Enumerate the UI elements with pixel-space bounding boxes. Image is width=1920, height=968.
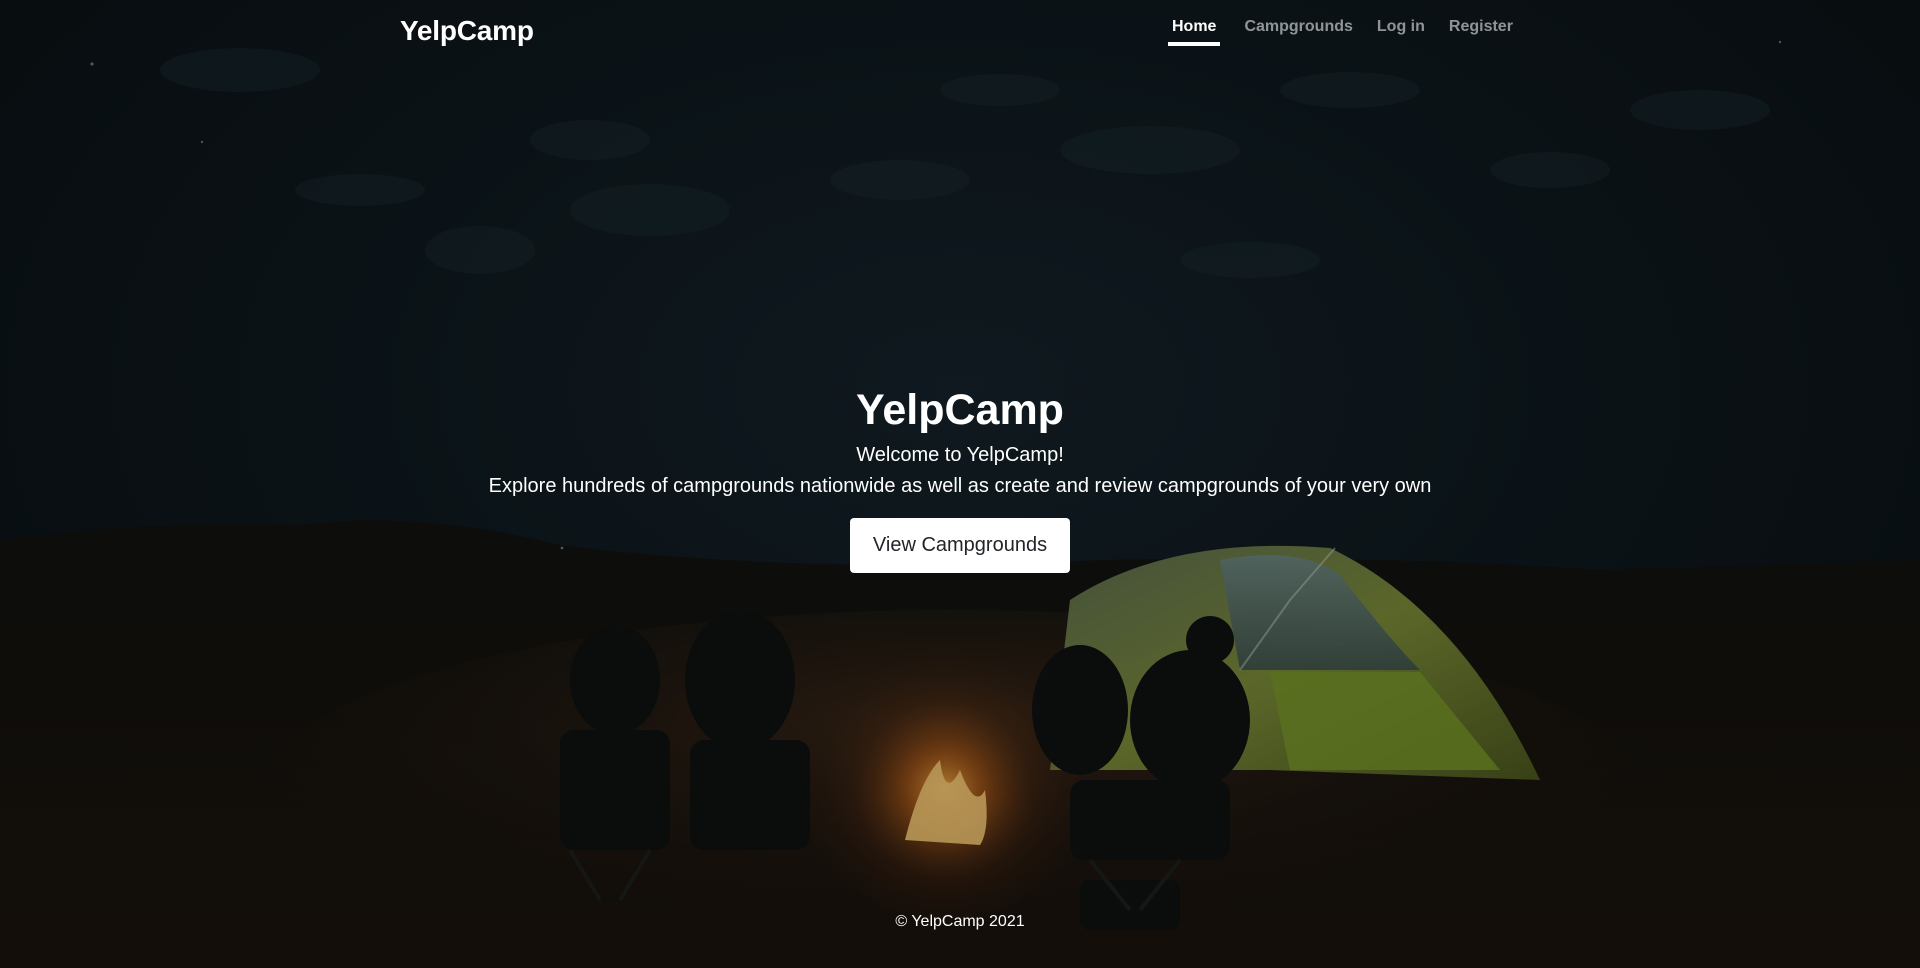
- main-nav: Home Campgrounds Log in Register: [1168, 18, 1513, 46]
- landing-page: YelpCamp Home Campgrounds Log in Registe…: [0, 0, 1920, 968]
- site-header: YelpCamp Home Campgrounds Log in Registe…: [0, 0, 1920, 64]
- site-footer: © YelpCamp 2021: [0, 913, 1920, 931]
- nav-campgrounds[interactable]: Campgrounds: [1244, 18, 1352, 46]
- hero-section: YelpCamp Welcome to YelpCamp! Explore hu…: [0, 380, 1920, 573]
- view-campgrounds-button[interactable]: View Campgrounds: [849, 518, 1071, 573]
- footer-copyright: © YelpCamp 2021: [895, 913, 1025, 930]
- nav-home[interactable]: Home: [1168, 18, 1221, 46]
- hero-welcome: Welcome to YelpCamp!: [856, 444, 1064, 466]
- hero-tagline: Explore hundreds of campgrounds nationwi…: [488, 475, 1432, 497]
- nav-login[interactable]: Log in: [1377, 18, 1425, 46]
- brand-logo[interactable]: YelpCamp: [400, 15, 534, 47]
- hero-title: YelpCamp: [856, 386, 1064, 434]
- nav-register[interactable]: Register: [1449, 18, 1513, 46]
